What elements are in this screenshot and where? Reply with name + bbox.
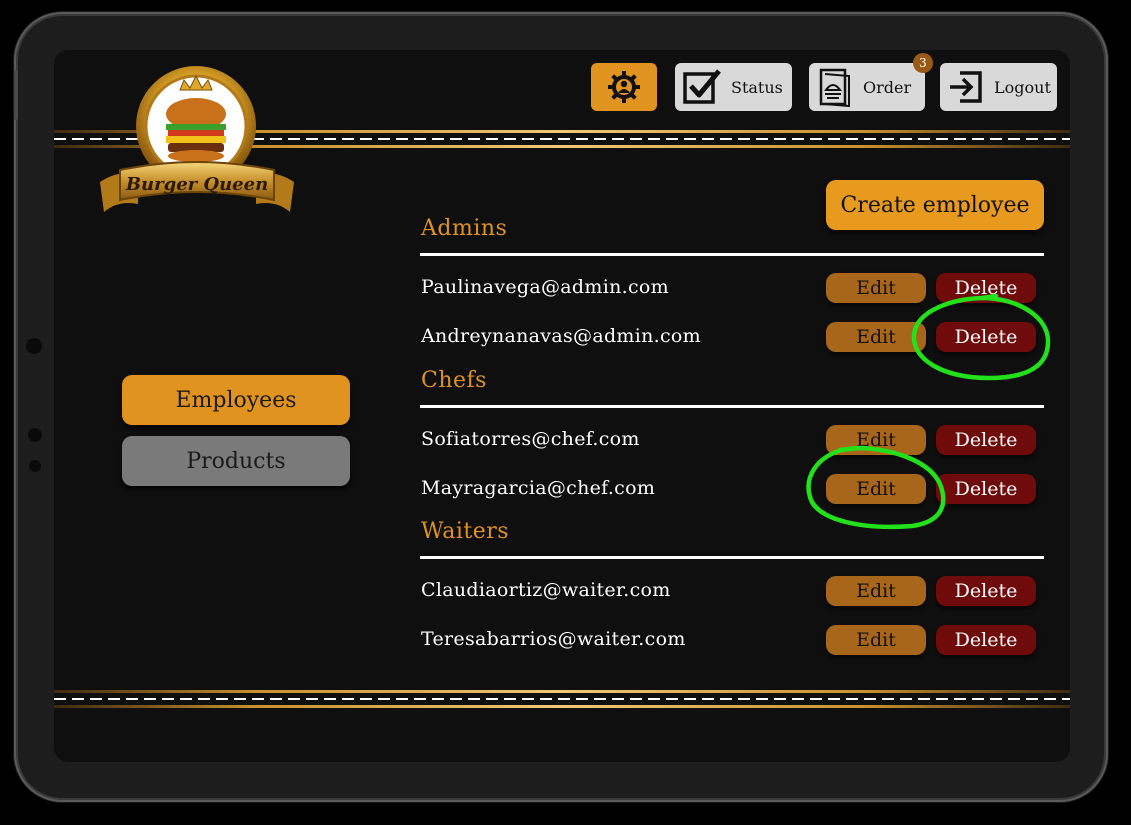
section-title-waiters: Waiters [421, 519, 510, 544]
nav-products-button[interactable]: Products [122, 436, 350, 486]
logout-icon [950, 71, 982, 103]
section-title-admins: Admins [421, 216, 508, 241]
edit-button[interactable]: Edit [826, 425, 926, 455]
employee-email: Sofiatorres@chef.com [421, 428, 640, 450]
footer-stripe [54, 690, 1070, 708]
create-employee-button[interactable]: Create employee [826, 180, 1044, 230]
employee-email: Paulinavega@admin.com [421, 276, 669, 298]
volume-button [14, 70, 18, 120]
section-divider [420, 253, 1044, 256]
section-divider [420, 405, 1044, 408]
settings-button[interactable] [591, 63, 657, 111]
delete-button[interactable]: Delete [936, 625, 1036, 655]
delete-button[interactable]: Delete [936, 322, 1036, 352]
employee-email: Mayragarcia@chef.com [421, 477, 656, 499]
order-button[interactable]: Order 3 [809, 53, 933, 111]
svg-text:Burger Queen: Burger Queen [125, 174, 268, 195]
app-screen: Burger Queen Status Order 3 Logout Emplo… [54, 50, 1070, 762]
status-button[interactable]: Status [675, 63, 792, 111]
edit-button[interactable]: Edit [826, 576, 926, 606]
employee-email: Teresabarrios@waiter.com [421, 628, 686, 650]
edit-button[interactable]: Edit [826, 474, 926, 504]
sensor-dot [29, 460, 41, 472]
edit-button[interactable]: Edit [826, 625, 926, 655]
camera-dot [26, 338, 42, 354]
employee-email: Claudiaortiz@waiter.com [421, 579, 671, 601]
sensor-dot [28, 428, 42, 442]
delete-button[interactable]: Delete [936, 273, 1036, 303]
edit-button[interactable]: Edit [826, 322, 926, 352]
delete-button[interactable]: Delete [936, 576, 1036, 606]
checkbox-icon [683, 69, 721, 104]
menu-card-icon [819, 68, 850, 108]
delete-button[interactable]: Delete [936, 474, 1036, 504]
delete-button[interactable]: Delete [936, 425, 1036, 455]
status-label: Status [731, 77, 783, 97]
employee-email: Andreynanavas@admin.com [421, 325, 701, 347]
section-divider [420, 556, 1044, 559]
logout-button[interactable]: Logout [940, 63, 1057, 111]
logout-label: Logout [994, 77, 1051, 97]
order-label: Order [863, 77, 912, 97]
order-count-badge: 3 [913, 53, 933, 73]
burger-queen-logo: Burger Queen [100, 66, 294, 212]
section-title-chefs: Chefs [421, 368, 487, 393]
nav-employees-button[interactable]: Employees [122, 375, 350, 425]
edit-button[interactable]: Edit [826, 273, 926, 303]
gear-person-icon [608, 71, 640, 103]
